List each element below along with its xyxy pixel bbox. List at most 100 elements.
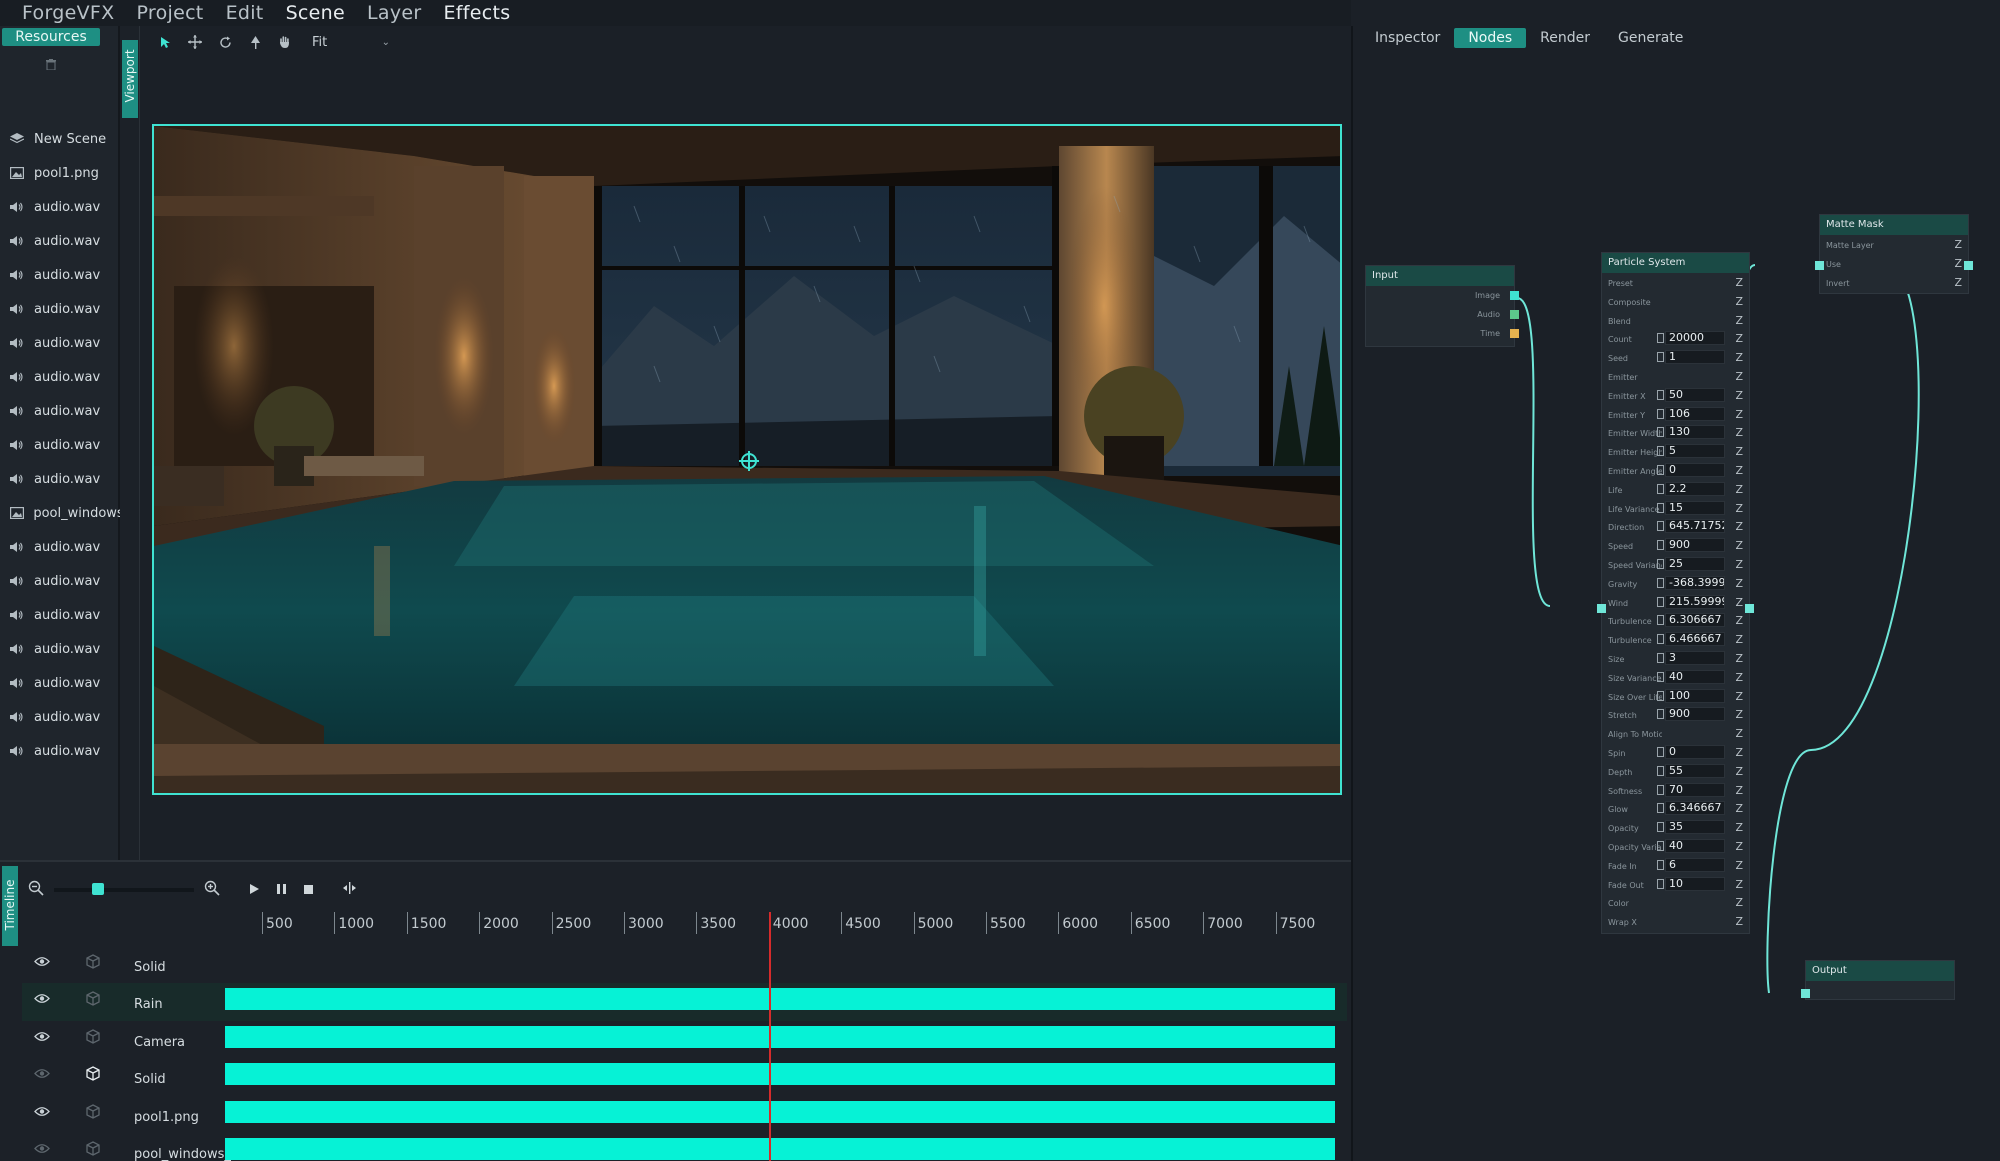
param-value-field[interactable]: 3: [1665, 650, 1725, 665]
keyframe-icon[interactable]: Z: [1735, 896, 1743, 909]
resource-item[interactable]: audio.wav: [0, 428, 120, 462]
timeline-track[interactable]: pool1.png: [22, 1096, 1347, 1133]
param-keyframe-checkbox[interactable]: [1657, 822, 1664, 833]
param-value-field[interactable]: 100: [1665, 688, 1725, 703]
keyframe-icon[interactable]: Z: [1735, 614, 1743, 627]
resource-item[interactable]: audio.wav: [0, 326, 120, 360]
resource-item[interactable]: pool1.png: [0, 156, 120, 190]
keyframe-icon[interactable]: Z: [1954, 238, 1962, 251]
input-node[interactable]: Input Image Audio Time: [1365, 265, 1519, 347]
pin-icon[interactable]: [240, 31, 270, 53]
param-value-field[interactable]: 900: [1665, 538, 1725, 553]
resource-item[interactable]: audio.wav: [0, 394, 120, 428]
cube-3d-icon[interactable]: [86, 1066, 100, 1085]
keyframe-icon[interactable]: Z: [1735, 596, 1743, 609]
keyframe-icon[interactable]: Z: [1735, 746, 1743, 759]
zoom-fit-select[interactable]: Fit ⌄: [306, 31, 396, 53]
particle-input-port[interactable]: [1597, 604, 1606, 613]
param-value-field[interactable]: 2.2: [1665, 481, 1725, 496]
param-value-field[interactable]: -368.3999: [1665, 575, 1725, 590]
param-keyframe-checkbox[interactable]: [1657, 333, 1664, 344]
tab-viewport[interactable]: Viewport: [122, 40, 138, 118]
param-keyframe-checkbox[interactable]: [1657, 389, 1664, 400]
cube-3d-icon[interactable]: [86, 1029, 100, 1048]
keyframe-icon[interactable]: Z: [1735, 690, 1743, 703]
param-keyframe-checkbox[interactable]: [1657, 709, 1664, 720]
keyframe-icon[interactable]: Z: [1735, 878, 1743, 891]
param-value-field[interactable]: 6: [1665, 857, 1725, 872]
param-value-field[interactable]: 1: [1665, 350, 1725, 365]
param-value-field[interactable]: 900: [1665, 707, 1725, 722]
resource-item[interactable]: audio.wav: [0, 292, 120, 326]
audio-port[interactable]: [1510, 310, 1519, 319]
timeline-track[interactable]: Solid: [22, 946, 1347, 983]
tab-timeline[interactable]: Timeline: [2, 866, 18, 946]
param-value-field[interactable]: 35: [1665, 820, 1725, 835]
eye-icon[interactable]: [34, 1067, 50, 1083]
param-value-field[interactable]: 20000: [1665, 331, 1725, 346]
param-keyframe-checkbox[interactable]: [1657, 558, 1664, 569]
keyframe-icon[interactable]: Z: [1735, 633, 1743, 646]
keyframe-icon[interactable]: Z: [1735, 276, 1743, 289]
param-value-field[interactable]: 0: [1665, 462, 1725, 477]
param-keyframe-checkbox[interactable]: [1657, 859, 1664, 870]
keyframe-icon[interactable]: Z: [1954, 276, 1962, 289]
param-keyframe-checkbox[interactable]: [1657, 502, 1664, 513]
keyframe-icon[interactable]: Z: [1735, 558, 1743, 571]
zoom-slider-knob[interactable]: [92, 883, 105, 895]
time-port[interactable]: [1510, 329, 1519, 338]
particle-output-port[interactable]: [1745, 604, 1754, 613]
param-value-field[interactable]: 215.59999: [1665, 594, 1725, 609]
param-keyframe-checkbox[interactable]: [1657, 577, 1664, 588]
keyframe-icon[interactable]: Z: [1735, 464, 1743, 477]
tab-resources[interactable]: Resources: [2, 28, 100, 46]
track-clip[interactable]: [225, 1100, 1335, 1123]
eye-icon[interactable]: [34, 1030, 50, 1046]
menu-scene[interactable]: Scene: [286, 2, 345, 24]
param-value-field[interactable]: 50: [1665, 387, 1725, 402]
param-keyframe-checkbox[interactable]: [1657, 652, 1664, 663]
param-value-field[interactable]: 10: [1665, 876, 1725, 891]
pause-icon[interactable]: [277, 883, 286, 898]
param-value-field[interactable]: 106: [1665, 406, 1725, 421]
timeline-track[interactable]: pool_windows_: [22, 1133, 1347, 1161]
keyframe-icon[interactable]: Z: [1735, 859, 1743, 872]
tab-generate[interactable]: Generate: [1604, 28, 1697, 48]
image-port[interactable]: [1510, 291, 1519, 300]
timeline-track[interactable]: Rain: [22, 983, 1347, 1021]
cube-3d-icon[interactable]: [86, 1141, 100, 1160]
eye-icon[interactable]: [34, 1105, 50, 1121]
keyframe-icon[interactable]: Z: [1735, 577, 1743, 590]
param-keyframe-checkbox[interactable]: [1657, 408, 1664, 419]
param-keyframe-checkbox[interactable]: [1657, 671, 1664, 682]
keyframe-icon[interactable]: Z: [1735, 483, 1743, 496]
resource-item[interactable]: audio.wav: [0, 734, 120, 768]
keyframe-icon[interactable]: Z: [1735, 502, 1743, 515]
keyframe-icon[interactable]: Z: [1735, 765, 1743, 778]
resource-item[interactable]: audio.wav: [0, 258, 120, 292]
keyframe-icon[interactable]: Z: [1954, 257, 1962, 270]
param-keyframe-checkbox[interactable]: [1657, 521, 1664, 532]
param-keyframe-checkbox[interactable]: [1657, 427, 1664, 438]
keyframe-icon[interactable]: Z: [1735, 652, 1743, 665]
param-keyframe-checkbox[interactable]: [1657, 615, 1664, 626]
eye-icon[interactable]: [34, 955, 50, 971]
resource-item[interactable]: audio.wav: [0, 632, 120, 666]
trash-icon[interactable]: [46, 59, 56, 74]
param-value-field[interactable]: 55: [1665, 763, 1725, 778]
keyframe-icon[interactable]: Z: [1735, 520, 1743, 533]
resource-item[interactable]: audio.wav: [0, 564, 120, 598]
tab-inspector[interactable]: Inspector: [1361, 28, 1454, 48]
particle-system-node[interactable]: Particle System Preset Z Composite Z Blend Z C…: [1597, 252, 1754, 934]
output-input-port[interactable]: [1801, 989, 1810, 998]
resource-item[interactable]: audio.wav: [0, 530, 120, 564]
param-keyframe-checkbox[interactable]: [1657, 840, 1664, 851]
param-keyframe-checkbox[interactable]: [1657, 803, 1664, 814]
keyframe-icon[interactable]: Z: [1735, 295, 1743, 308]
keyframe-icon[interactable]: Z: [1735, 370, 1743, 383]
param-value-field[interactable]: 130: [1665, 425, 1725, 440]
track-clip[interactable]: [225, 988, 1335, 1011]
keyframe-icon[interactable]: Z: [1735, 671, 1743, 684]
zoom-in-icon[interactable]: [204, 880, 220, 900]
playhead[interactable]: [768, 912, 771, 1161]
